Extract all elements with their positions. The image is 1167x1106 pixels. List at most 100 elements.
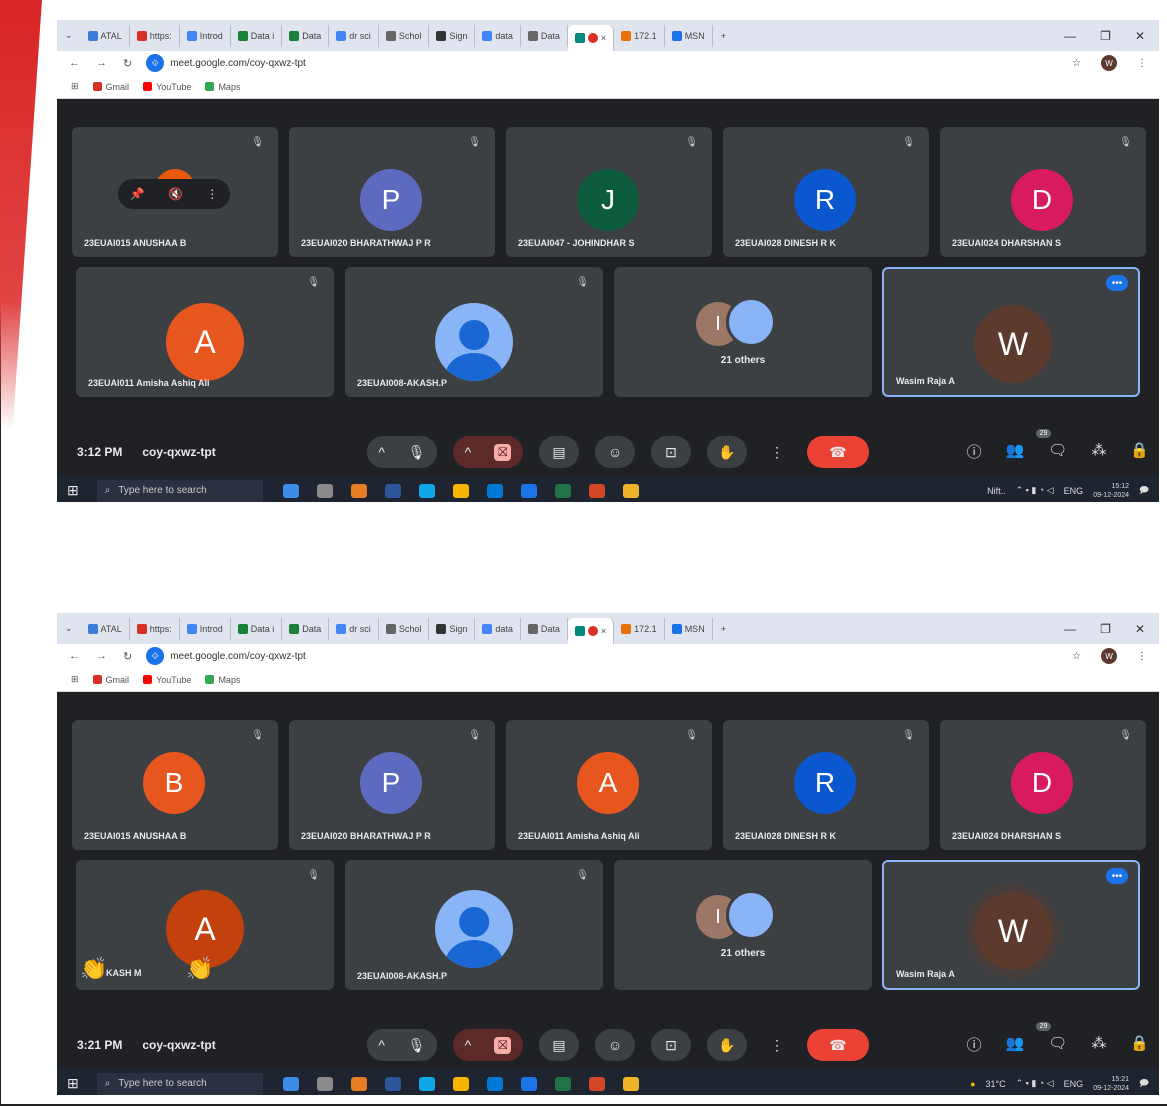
restore-button[interactable]: ❐ (1100, 622, 1111, 636)
browser-tab[interactable]: https: (130, 617, 180, 640)
notification-icon[interactable]: 🗩 (1139, 1076, 1149, 1092)
site-info-icon[interactable]: ⟐ (146, 647, 165, 665)
host-controls-lock-icon[interactable]: 🔒 (1130, 441, 1149, 462)
participant-tile[interactable]: 🎙 A 23EUAI011 Amisha Ashiq Ali (506, 720, 712, 850)
participant-tile[interactable]: 🎙 R 23EUAI028 DINESH R K (723, 720, 929, 850)
bookmark-youtube[interactable]: YouTube (143, 82, 191, 92)
site-info-icon[interactable]: ⟐ (146, 54, 165, 72)
windows-start-icon[interactable]: ⊞ (67, 482, 79, 499)
taskbar-search[interactable]: ⌕ Type here to search (96, 1072, 263, 1095)
tile-more-button[interactable]: ••• (1106, 868, 1128, 884)
camera-button[interactable]: ^ ⛝ (453, 1029, 523, 1061)
activities-icon[interactable]: ⁂ (1091, 441, 1106, 462)
participant-tile-active-speaker[interactable]: ••• W Wasim Raja A (882, 267, 1140, 397)
tab-search-icon[interactable]: ⌄ (65, 623, 73, 634)
kebab-menu-icon[interactable]: ⋮ (1137, 651, 1147, 662)
browser-tab[interactable]: Data (282, 24, 330, 47)
tab-close-icon[interactable]: × (601, 33, 606, 43)
excel-icon[interactable] (554, 1076, 571, 1091)
more-options-button[interactable]: ⋮ (763, 436, 791, 468)
forward-arrow-icon[interactable]: → (96, 650, 107, 663)
chevron-up-icon[interactable]: ^ (378, 444, 385, 460)
kebab-menu-icon[interactable]: ⋮ (1137, 58, 1147, 69)
edge-icon[interactable] (418, 483, 435, 498)
powerpoint-icon[interactable] (588, 1076, 605, 1091)
chevron-up-icon[interactable]: ^ (465, 1037, 472, 1053)
tray-icons[interactable]: ⌃ ▪ ▮ ◔ ◁ (1016, 1078, 1054, 1089)
participant-tile[interactable]: 🎙 A 23EUAI011 Amisha Ashiq Ali (76, 267, 334, 397)
participant-tile[interactable]: 🎙 R 23EUAI028 DINESH R K (723, 127, 929, 257)
participant-tile[interactable]: 🎙 J 23EUAI047 - JOHINDHAR S (506, 127, 712, 257)
captions-button[interactable]: ▤ (539, 436, 579, 468)
close-window-button[interactable]: ✕ (1135, 622, 1145, 636)
close-window-button[interactable]: ✕ (1135, 29, 1145, 43)
mic-button[interactable]: ^ 🎙 (367, 1029, 437, 1061)
browser-tab[interactable]: MSN (665, 617, 713, 640)
browser-tab[interactable]: ATAL (81, 24, 130, 47)
taskbar-search[interactable]: ⌕ Type here to search (96, 479, 263, 502)
bookmark-star-icon[interactable]: ☆ (1072, 651, 1081, 662)
participant-tile[interactable]: 🎙 P 23EUAI020 BHARATHWAJ P R (289, 720, 495, 850)
participant-tile-active-speaker[interactable]: ••• W Wasim Raja A (882, 860, 1140, 990)
word-icon[interactable] (384, 1076, 401, 1091)
taskbar-app-icon[interactable] (350, 483, 367, 498)
tab-close-icon[interactable]: × (601, 626, 606, 636)
browser-tab[interactable]: MSN (665, 24, 713, 47)
others-tile[interactable]: I 21 others (614, 860, 872, 990)
weather-widget[interactable]: 31°C (986, 1079, 1006, 1089)
browser-tab[interactable]: Sign (429, 24, 476, 47)
leave-call-button[interactable]: ☎ (807, 1029, 869, 1061)
pin-icon[interactable]: 📌 (130, 187, 145, 201)
browser-tab[interactable]: Data i (231, 617, 283, 640)
back-arrow-icon[interactable]: ← (69, 57, 80, 70)
mail-icon[interactable] (520, 483, 537, 498)
more-options-button[interactable]: ⋮ (763, 1029, 791, 1061)
emoji-button[interactable]: ☺ (595, 436, 635, 468)
forward-arrow-icon[interactable]: → (96, 57, 107, 70)
powerpoint-icon[interactable] (588, 483, 605, 498)
taskbar-app-icon[interactable] (350, 1076, 367, 1091)
apps-grid-icon[interactable]: ⊞ (71, 81, 79, 92)
taskbar-app-icon[interactable] (282, 1076, 299, 1091)
restore-button[interactable]: ❐ (1100, 29, 1111, 43)
store-icon[interactable] (486, 483, 503, 498)
tab-search-icon[interactable]: ⌄ (65, 30, 73, 41)
browser-tab[interactable]: Data (521, 617, 568, 640)
language-indicator[interactable]: ENG (1064, 486, 1084, 496)
reload-icon[interactable]: ↻ (123, 57, 132, 70)
people-icon[interactable]: 👥 29 (1006, 1022, 1052, 1055)
browser-tab[interactable]: Schol (379, 24, 430, 47)
chat-icon[interactable]: 🗨 (1048, 441, 1067, 462)
captions-button[interactable]: ▤ (539, 1029, 579, 1061)
weather-widget[interactable]: Nift.. (987, 486, 1006, 496)
participant-tile[interactable]: 🎙 D 23EUAI024 DHARSHAN S (940, 720, 1146, 850)
browser-tab[interactable]: dr sci (329, 24, 379, 47)
chrome-icon[interactable] (622, 1076, 639, 1091)
taskbar-clock[interactable]: 15:12 09-12-2024 (1093, 482, 1129, 500)
browser-tab[interactable]: Data (521, 24, 568, 47)
chevron-up-icon[interactable]: ^ (465, 444, 472, 460)
minimize-button[interactable]: — (1064, 29, 1076, 43)
chevron-up-icon[interactable]: ^ (378, 1037, 385, 1053)
browser-tab[interactable]: 172.1 (614, 24, 665, 47)
browser-tab[interactable]: 172.1 (614, 617, 665, 640)
browser-tab-active-meet[interactable]: × (567, 25, 615, 51)
info-icon[interactable]: ⓘ (967, 441, 982, 462)
edge-icon[interactable] (418, 1076, 435, 1091)
bookmark-youtube[interactable]: YouTube (143, 675, 191, 685)
browser-tab[interactable]: dr sci (329, 617, 379, 640)
browser-tab[interactable]: Introd (180, 617, 231, 640)
taskbar-clock[interactable]: 15:21 09-12-2024 (1093, 1075, 1129, 1093)
more-options-icon[interactable]: ⋮ (206, 187, 218, 201)
bookmark-star-icon[interactable]: ☆ (1072, 58, 1081, 69)
raise-hand-button[interactable]: ✋ (707, 1029, 747, 1061)
mute-participant-icon[interactable]: 🔇 (168, 187, 183, 201)
browser-tab[interactable]: Schol (379, 617, 430, 640)
url-text[interactable]: meet.google.com/coy-qxwz-tpt (170, 651, 306, 662)
participant-tile[interactable]: 🎙 23EUAI008-AKASH.P (345, 267, 603, 397)
new-tab-button[interactable]: + (721, 31, 726, 41)
excel-icon[interactable] (554, 483, 571, 498)
info-icon[interactable]: ⓘ (967, 1034, 982, 1055)
participant-tile[interactable]: 🎙 P 23EUAI020 BHARATHWAJ P R (289, 127, 495, 257)
new-tab-button[interactable]: + (721, 624, 726, 634)
